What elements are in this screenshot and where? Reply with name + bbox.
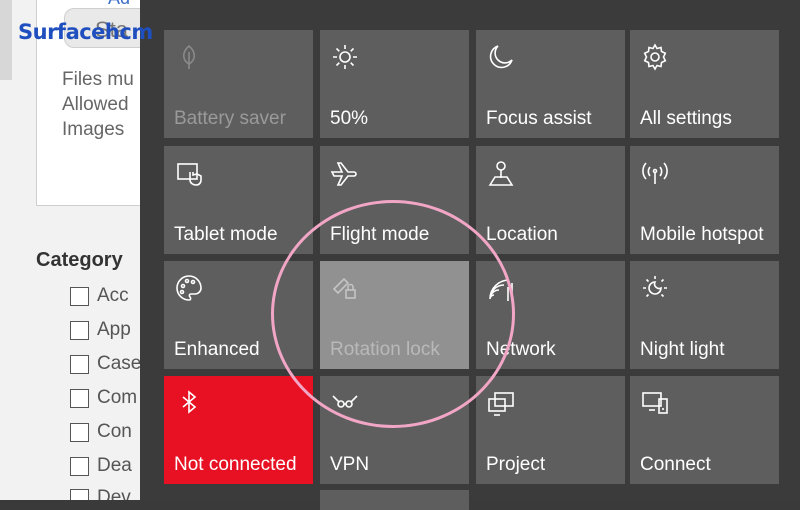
background-webpage: Ad Sta Files mu Allowed Images Category … xyxy=(0,0,140,500)
left-edge-strip xyxy=(0,0,12,80)
location-icon xyxy=(486,158,516,188)
tile-label: Network xyxy=(486,339,556,360)
airplane-icon xyxy=(330,158,360,188)
checkbox[interactable] xyxy=(70,456,89,476)
tile-label: Project xyxy=(486,454,546,475)
tile-label: Night light xyxy=(640,339,725,360)
info-line: Allowed xyxy=(62,94,129,115)
tile-label: Focus assist xyxy=(486,108,592,129)
action-center-panel: Battery saver 50% Focus assist All setti… xyxy=(140,0,800,510)
category-checkbox-row[interactable]: Acc xyxy=(70,284,129,308)
quick-action-flight-mode[interactable]: Flight mode xyxy=(320,146,469,254)
quick-action-rotation-lock[interactable]: Rotation lock xyxy=(320,261,469,369)
info-line: Images xyxy=(62,119,125,140)
category-checkbox-row[interactable]: Com xyxy=(70,386,137,410)
connect-icon xyxy=(640,388,670,418)
moon-icon xyxy=(486,42,516,72)
checkbox[interactable] xyxy=(70,388,89,408)
checkbox-label: Com xyxy=(97,387,138,408)
bluetooth-icon xyxy=(174,388,204,418)
tile-label: Location xyxy=(486,224,558,245)
tile-label: Connect xyxy=(640,454,711,475)
checkbox[interactable] xyxy=(70,320,89,340)
category-checkbox-row[interactable]: Con xyxy=(70,420,132,444)
quick-action-project[interactable]: Project xyxy=(476,376,625,484)
checkbox[interactable] xyxy=(70,422,89,442)
checkbox-label: Con xyxy=(97,421,132,442)
quick-action-enhanced[interactable]: Enhanced xyxy=(164,261,313,369)
quick-action-location[interactable]: Location xyxy=(476,146,625,254)
quick-action-vpn[interactable]: VPN xyxy=(320,376,469,484)
tile-label: Rotation lock xyxy=(330,339,440,360)
checkbox[interactable] xyxy=(70,354,89,374)
category-checkbox-row[interactable]: Case xyxy=(70,352,140,376)
quick-action-mobile-hotspot[interactable]: Mobile hotspot xyxy=(630,146,779,254)
palette-icon xyxy=(174,273,204,303)
category-heading: Category xyxy=(36,249,123,271)
checkbox-label: Case xyxy=(97,353,140,374)
network-icon xyxy=(486,273,516,303)
watermark-logo: Surfacehcm xyxy=(18,20,153,44)
quick-action-brightness[interactable]: 50% xyxy=(320,30,469,138)
leaf-icon xyxy=(174,42,204,72)
tablet-icon xyxy=(174,158,204,188)
rotation-lock-icon xyxy=(330,273,360,303)
checkbox-label: Acc xyxy=(97,285,129,306)
tile-label: Not connected xyxy=(174,454,297,475)
quick-action-network[interactable]: Network xyxy=(476,261,625,369)
checkbox[interactable] xyxy=(70,488,89,500)
brightness-icon xyxy=(330,42,360,72)
checkbox-label: Dea xyxy=(97,455,132,476)
night-light-icon xyxy=(640,273,670,303)
tile-label: Mobile hotspot xyxy=(640,224,764,245)
category-checkbox-row[interactable]: App xyxy=(70,318,131,342)
tile-label: Flight mode xyxy=(330,224,430,245)
quick-action-night-light[interactable]: Night light xyxy=(630,261,779,369)
tile-label: Battery saver xyxy=(174,108,286,129)
project-icon xyxy=(486,388,516,418)
category-checkbox-row[interactable]: Dea xyxy=(70,454,132,478)
quick-action-connect[interactable]: Connect xyxy=(630,376,779,484)
quick-action-focus-assist[interactable]: Focus assist xyxy=(476,30,625,138)
quick-action-battery-saver[interactable]: Battery saver xyxy=(164,30,313,138)
checkbox-label: Dev xyxy=(97,487,131,500)
quick-action-bluetooth[interactable]: Not connected xyxy=(164,376,313,484)
quick-action-partial[interactable] xyxy=(320,490,469,510)
tile-label: Enhanced xyxy=(174,339,260,360)
quick-action-tablet-mode[interactable]: Tablet mode xyxy=(164,146,313,254)
checkbox[interactable] xyxy=(70,286,89,306)
vpn-icon xyxy=(330,388,360,418)
category-checkbox-row[interactable]: Dev xyxy=(70,486,131,500)
tile-label: All settings xyxy=(640,108,732,129)
hotspot-icon xyxy=(640,158,670,188)
tile-label: Tablet mode xyxy=(174,224,278,245)
gear-icon xyxy=(640,42,670,72)
tile-label: VPN xyxy=(330,454,370,475)
quick-action-all-settings[interactable]: All settings xyxy=(630,30,779,138)
info-line: Files mu xyxy=(62,69,134,90)
checkbox-label: App xyxy=(97,319,131,340)
tile-label: 50% xyxy=(330,108,369,129)
